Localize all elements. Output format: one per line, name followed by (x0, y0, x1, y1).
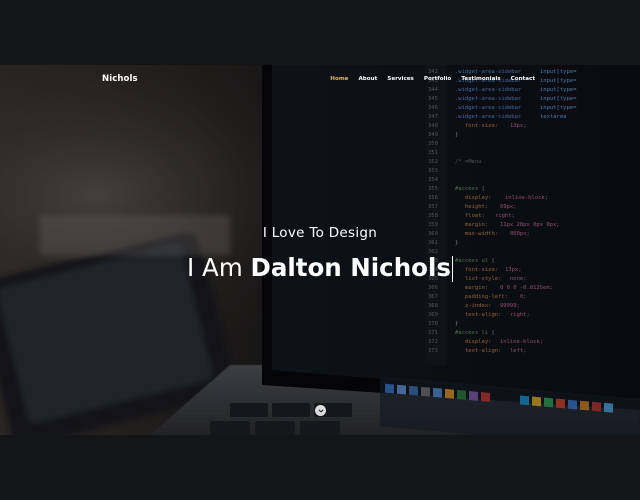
scroll-down-button[interactable] (315, 405, 326, 416)
headline-name: Dalton Nichols (250, 253, 451, 282)
hero-overlay (0, 65, 640, 435)
nav-item-home[interactable]: Home (330, 76, 348, 82)
site-logo[interactable]: Nichols (102, 74, 138, 84)
nav-item-portfolio[interactable]: Portfolio (424, 76, 451, 82)
nav-item-about[interactable]: About (358, 76, 377, 82)
hero-tagline: I Love To Design (262, 225, 378, 241)
nav-item-contact[interactable]: Contact (511, 76, 535, 82)
navbar: Nichols Home About Services Portfolio Te… (0, 65, 640, 97)
hero-headline: I Am Dalton Nichols (0, 253, 640, 282)
chevron-down-icon (318, 409, 323, 412)
headline-prefix: I Am (187, 253, 243, 282)
nav-links: Home About Services Portfolio Testimonia… (330, 76, 535, 82)
nav-item-testimonials[interactable]: Testimonials (461, 76, 500, 82)
typing-cursor (451, 256, 453, 282)
hero-section: 342 343 344 345 346 347 348 349 350 351 352 353 … (0, 65, 640, 435)
nav-item-services[interactable]: Services (387, 76, 414, 82)
